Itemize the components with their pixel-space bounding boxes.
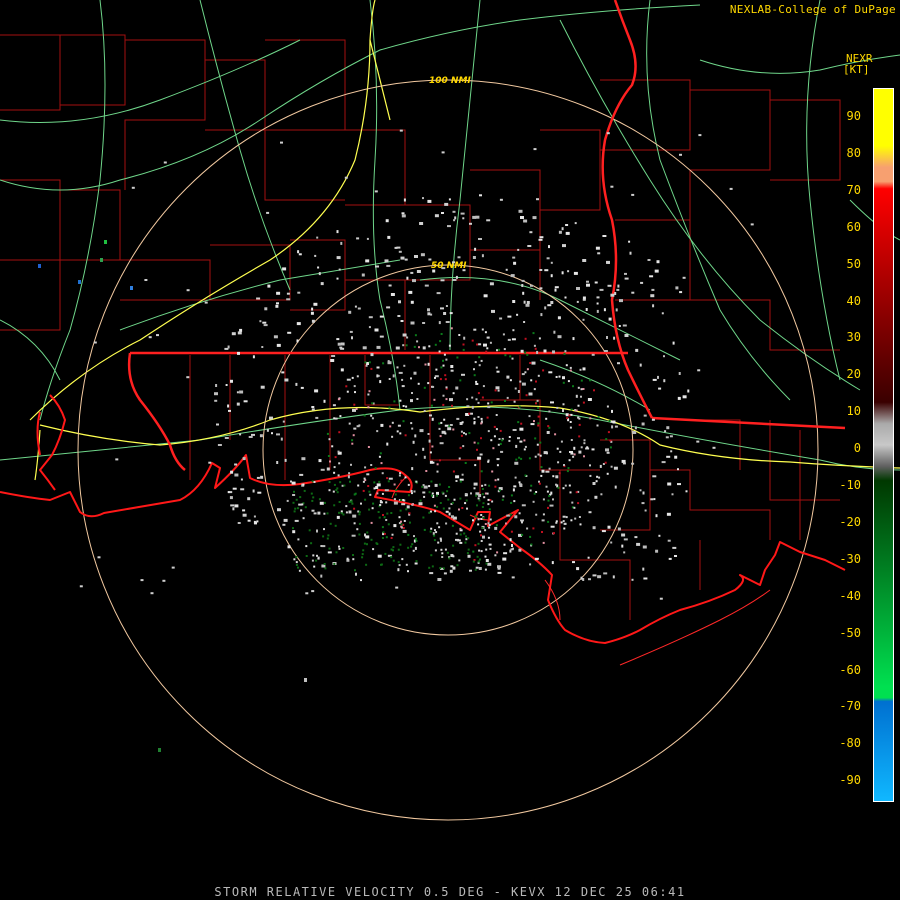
legend-tick-label: 50 <box>846 256 861 271</box>
legend-tick-label: -30 <box>839 551 861 566</box>
legend-tick-label: -20 <box>839 514 861 529</box>
radar-map: 100 NMI 50 NMI <box>0 0 900 821</box>
velocity-color-legend: 90 80 70 60 50 40 30 20 10 0 -10 -20 -30 -40 -50 -60 -70… <box>839 88 894 802</box>
legend-tick-label: 80 <box>846 145 861 160</box>
coastline <box>0 394 846 644</box>
credit-label: NEXLAB-College of DuPage <box>729 3 896 16</box>
legend-tick-label: -40 <box>839 588 861 603</box>
ring-100nmi <box>77 79 819 821</box>
ring-label-100nmi: 100 NMI <box>429 76 471 86</box>
velocity-echoes <box>38 129 754 752</box>
legend-tick-label: -80 <box>839 736 861 751</box>
range-rings <box>77 79 819 821</box>
legend-tick-label: -70 <box>839 699 861 714</box>
legend-tick-label: 40 <box>846 293 861 308</box>
ring-label-50nmi: 50 NMI <box>431 261 467 271</box>
legend-tick-label: 20 <box>846 367 861 382</box>
units-label: [KT] <box>843 63 870 76</box>
legend-tick-label: -50 <box>839 625 861 640</box>
highways-primary <box>29 0 900 481</box>
legend-tick-label: 0 <box>853 441 861 456</box>
legend-tick-label: 70 <box>846 182 861 197</box>
product-caption: STORM RELATIVE VELOCITY 0.5 DEG - KEVX 1… <box>214 885 686 899</box>
legend-tick-label: 30 <box>846 330 861 345</box>
legend-tick-label: -10 <box>839 478 861 492</box>
ring-50nmi <box>262 264 634 636</box>
legend-tick-label: 10 <box>846 404 861 419</box>
legend-tick-label: 60 <box>846 219 861 234</box>
legend-tick-label: -90 <box>839 773 861 788</box>
legend-tick-label: -60 <box>839 662 861 677</box>
legend-color-bar <box>873 88 894 802</box>
legend-tick-label: 90 <box>846 109 861 123</box>
